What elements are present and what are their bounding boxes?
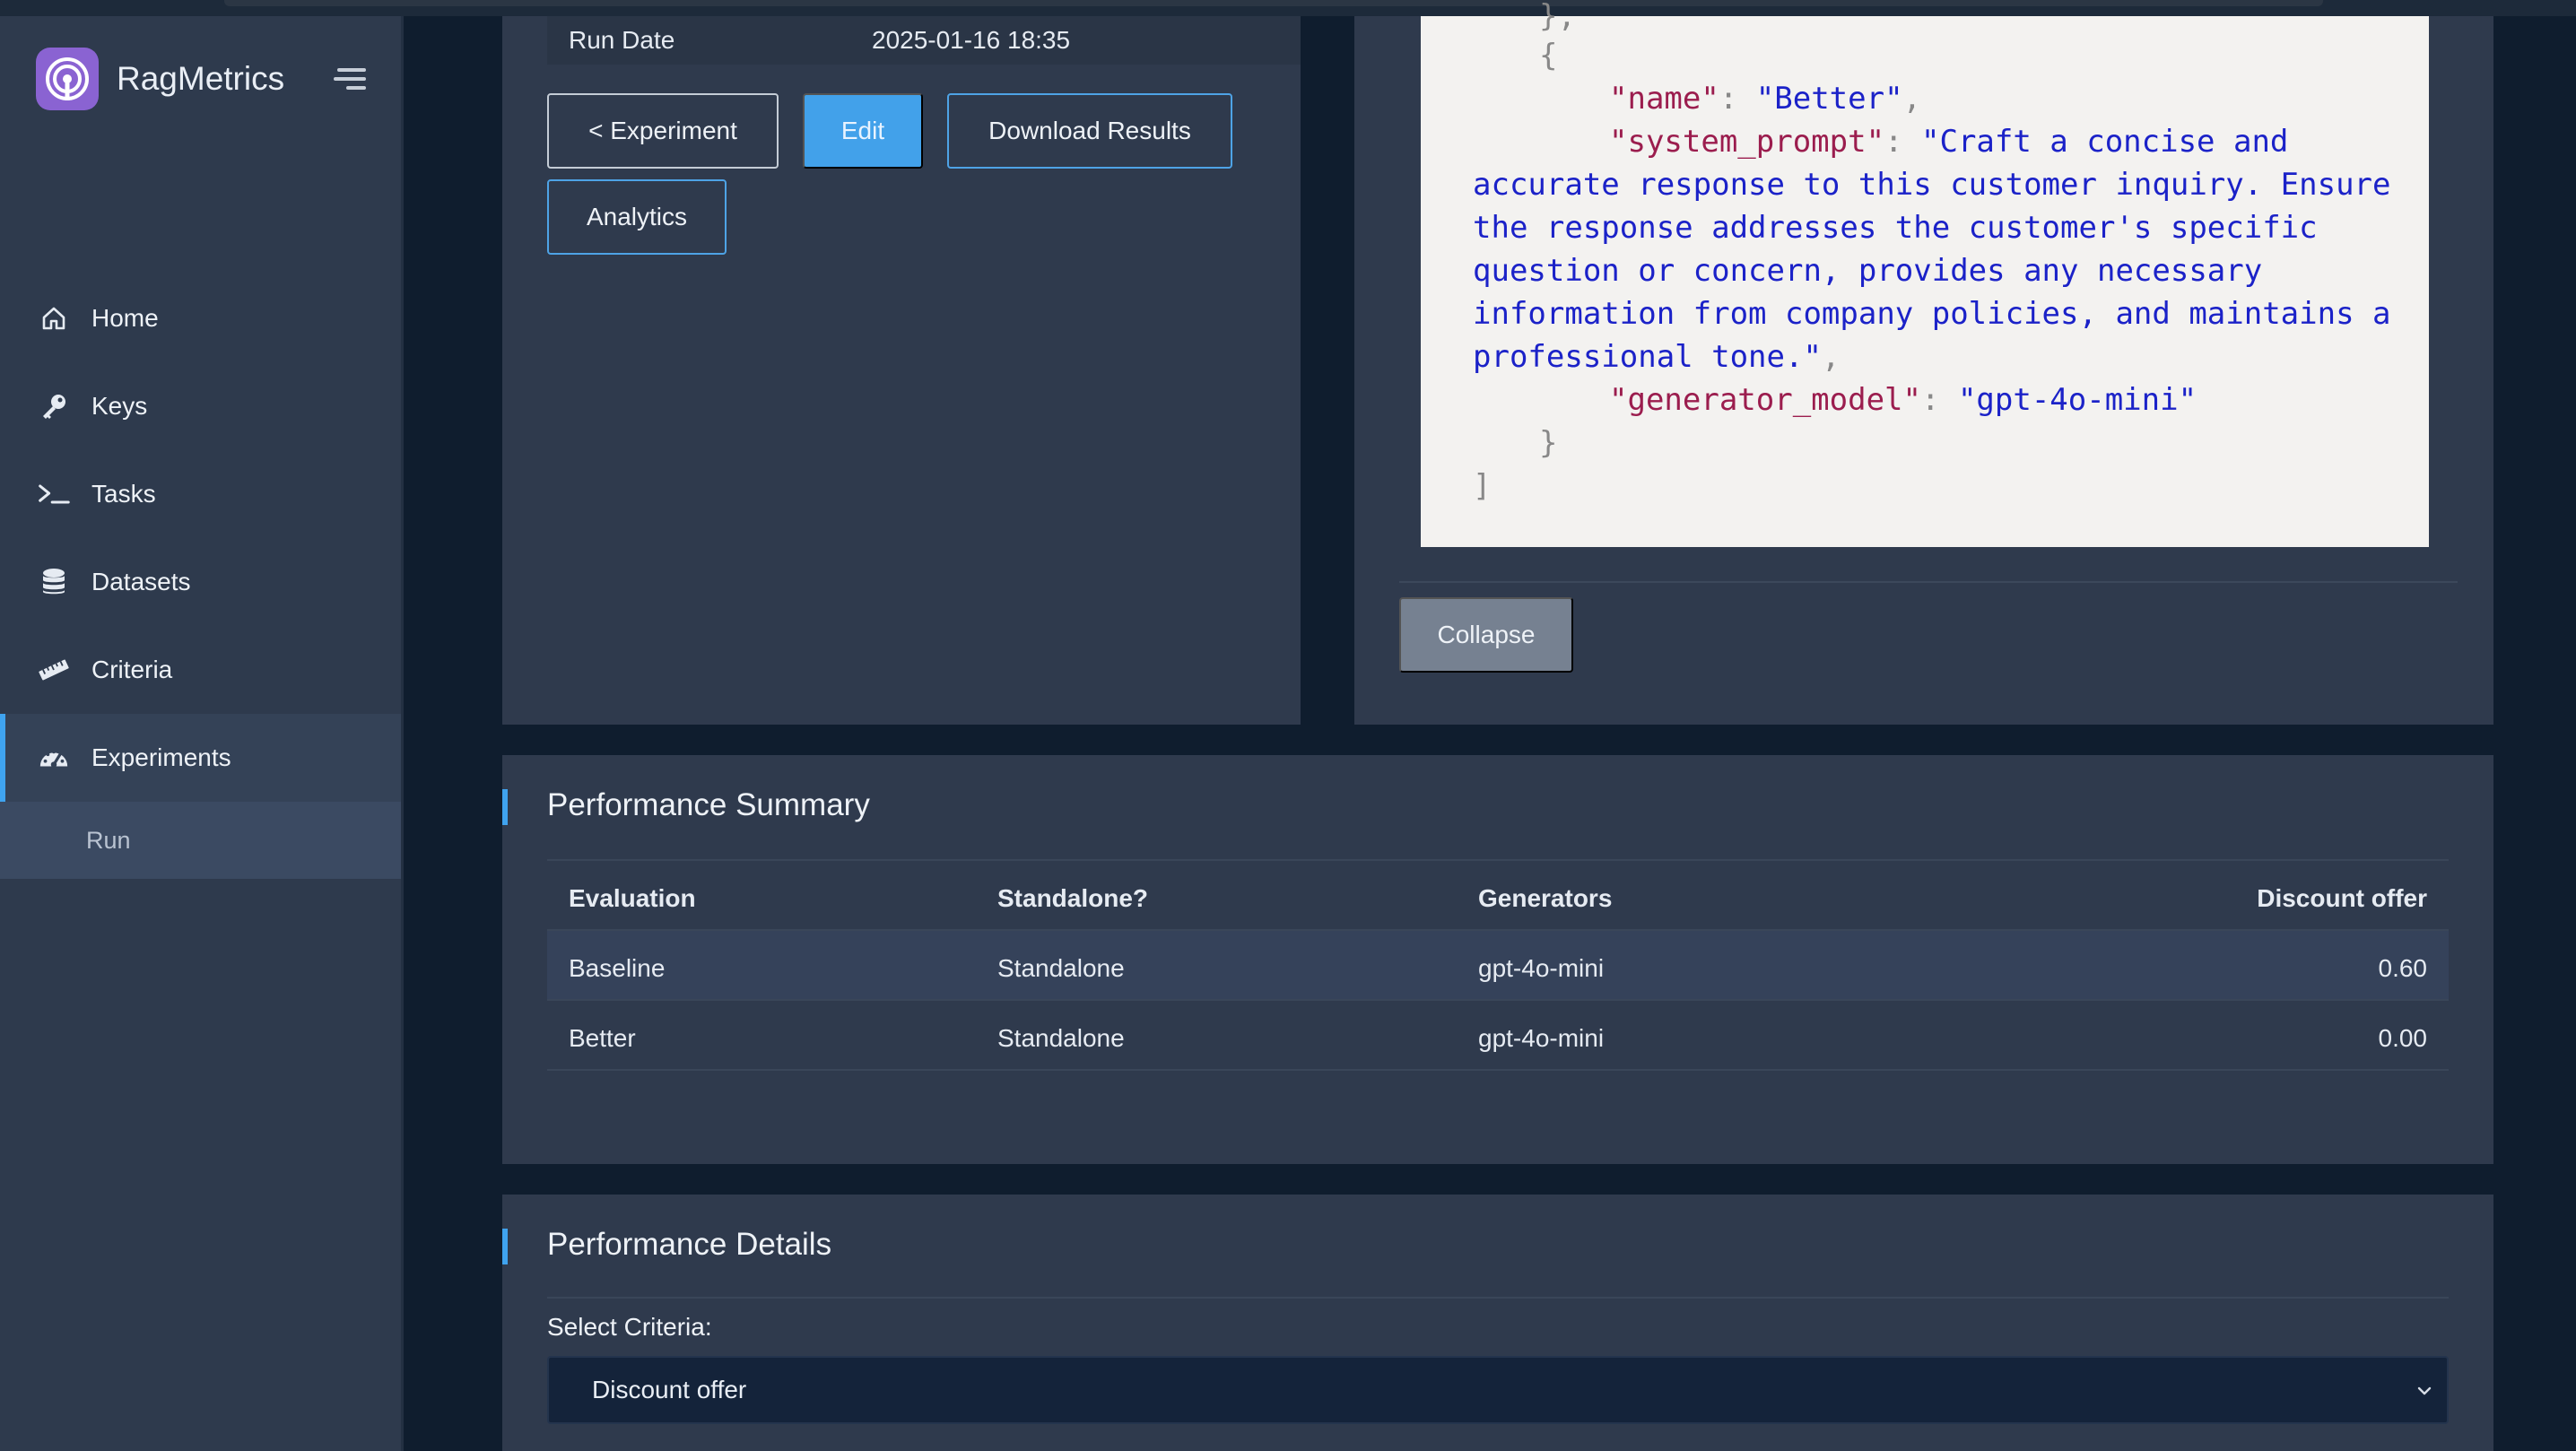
title-accent-bar — [502, 1229, 508, 1264]
table-cell: Better — [569, 1024, 636, 1052]
details-divider — [547, 1297, 2449, 1299]
code-close-bracket: ] — [1473, 468, 1492, 504]
code-line-generator-model: "generator_model": "gpt-4o-mini" — [1609, 382, 2197, 418]
sidebar-item-label: Experiments — [91, 743, 231, 771]
sidebar-subitem-label: Run — [86, 826, 131, 854]
criteria-select[interactable]: Discount offer — [547, 1356, 2449, 1424]
table-header-row: Evaluation Standalone? Generators Discou… — [547, 861, 2449, 931]
code-open-brace: { — [1539, 38, 1558, 74]
sidebar-item-criteria[interactable]: Criteria — [0, 626, 401, 714]
code-value: "Craft a concise and — [1921, 124, 2289, 160]
table-row: Baseline Standalone gpt-4o-mini 0.60 — [547, 931, 2449, 1001]
table-cell: 0.00 — [2378, 1024, 2428, 1052]
column-header: Evaluation — [569, 884, 696, 912]
title-accent-bar — [502, 789, 508, 825]
sidebar: RagMetrics Home Keys Tasks Datasets Crit… — [0, 16, 404, 1451]
config-divider — [1399, 581, 2458, 583]
key-icon — [38, 390, 70, 422]
run-date-value: 2025-01-16 18:35 — [872, 26, 1071, 54]
code-value: "Better" — [1755, 81, 1903, 117]
code-key: "system_prompt" — [1609, 124, 1885, 160]
run-date-row: Run Date 2025-01-16 18:35 — [547, 16, 1301, 65]
code-close-brace: } — [1539, 425, 1558, 461]
sidebar-subitem-run[interactable]: Run — [0, 802, 401, 879]
table-cell: Standalone — [997, 954, 1125, 982]
performance-summary-card: Performance Summary Evaluation Standalon… — [502, 755, 2493, 1164]
sidebar-item-keys[interactable]: Keys — [0, 362, 401, 450]
database-icon — [38, 566, 70, 598]
column-header: Discount offer — [2257, 884, 2427, 912]
menu-toggle-icon[interactable] — [334, 68, 366, 91]
code-line-system-prompt: "system_prompt": "Craft a concise and — [1609, 124, 2289, 160]
code-key: "generator_model" — [1609, 382, 1921, 418]
code-line-prompt-cont: information from company policies, and m… — [1473, 296, 2391, 332]
sidebar-item-experiments[interactable]: Experiments — [0, 714, 401, 802]
code-line-prompt-cont: the response addresses the customer's sp… — [1473, 210, 2318, 246]
sidebar-item-datasets[interactable]: Datasets — [0, 538, 401, 626]
code-line-prompt-cont: question or concern, provides any necess… — [1473, 253, 2263, 289]
code-value: "gpt-4o-mini" — [1957, 382, 2197, 418]
download-results-button[interactable]: Download Results — [947, 93, 1232, 169]
sidebar-nav: Home Keys Tasks Datasets Criteria Experi… — [0, 274, 401, 879]
window-top-strip — [0, 0, 2576, 16]
sidebar-item-tasks[interactable]: Tasks — [0, 450, 401, 538]
config-json-viewer: }, { "name": "Better", "system_prompt": … — [1421, 0, 2429, 547]
code-line-name: "name": "Better", — [1609, 81, 1922, 117]
terminal-icon — [38, 478, 70, 510]
run-info-card: Run Date 2025-01-16 18:35 < Experiment E… — [502, 16, 1301, 725]
collapse-button[interactable]: Collapse — [1399, 597, 1573, 673]
table-cell: gpt-4o-mini — [1478, 1024, 1605, 1052]
table-cell: gpt-4o-mini — [1478, 954, 1605, 982]
sidebar-item-label: Home — [91, 304, 159, 332]
performance-summary-title: Performance Summary — [547, 787, 870, 822]
sidebar-item-label: Datasets — [91, 568, 191, 595]
ruler-icon — [38, 654, 70, 686]
code-key: "name" — [1609, 81, 1719, 117]
performance-details-card: Performance Details Select Criteria: Dis… — [502, 1195, 2493, 1451]
chevron-down-icon — [2413, 1379, 2436, 1403]
performance-details-title: Performance Details — [547, 1227, 832, 1262]
table-row: Better Standalone gpt-4o-mini 0.00 — [547, 1001, 2449, 1071]
sidebar-item-label: Criteria — [91, 656, 173, 683]
code-prev-close: }, — [1539, 0, 1576, 34]
column-header: Generators — [1478, 884, 1613, 912]
home-icon — [38, 302, 70, 335]
criteria-select-value: Discount offer — [592, 1376, 747, 1403]
gauge-icon — [38, 742, 70, 774]
column-header: Standalone? — [997, 884, 1149, 912]
sidebar-item-label: Tasks — [91, 480, 156, 508]
ragmetrics-logo-icon — [36, 48, 99, 110]
sidebar-item-home[interactable]: Home — [0, 274, 401, 362]
edit-button[interactable]: Edit — [803, 93, 923, 169]
browser-bar — [224, 0, 2323, 6]
code-line-prompt-end: professional tone.", — [1473, 339, 1841, 375]
run-date-label: Run Date — [569, 26, 675, 54]
app-name: RagMetrics — [117, 60, 285, 97]
table-cell: Standalone — [997, 1024, 1125, 1052]
experiment-back-button[interactable]: < Experiment — [547, 93, 779, 169]
table-cell: 0.60 — [2378, 954, 2428, 982]
brand[interactable]: RagMetrics — [36, 47, 284, 111]
analytics-button[interactable]: Analytics — [547, 179, 727, 255]
sidebar-item-label: Keys — [91, 392, 148, 420]
select-criteria-label: Select Criteria: — [547, 1313, 712, 1341]
experiment-config-card: }, { "name": "Better", "system_prompt": … — [1354, 0, 2493, 725]
table-cell: Baseline — [569, 954, 666, 982]
code-line-prompt-cont: accurate response to this customer inqui… — [1473, 167, 2391, 203]
